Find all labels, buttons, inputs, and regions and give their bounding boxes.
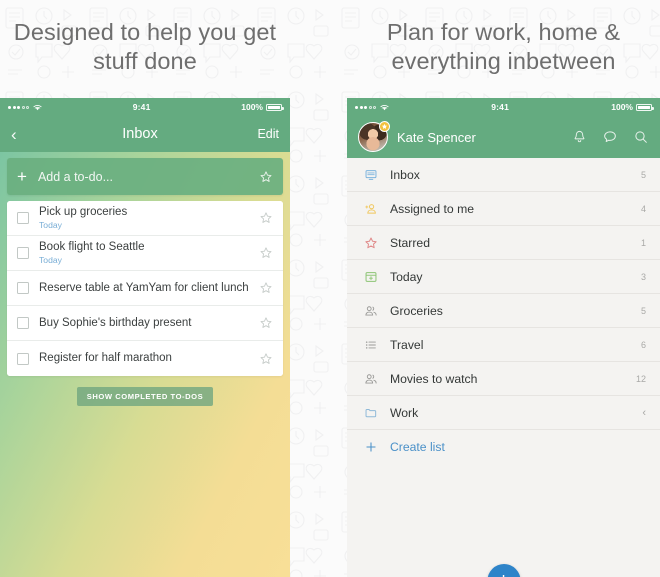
signal-dots-icon (8, 104, 42, 111)
sidebar-item-inbox[interactable]: Inbox 5 (347, 158, 660, 192)
sidebar-item-movies-to-watch[interactable]: Movies to watch 12 (347, 362, 660, 396)
star-outline-icon[interactable] (259, 246, 273, 260)
left-phone-mockup: 9:41 100% ‹ Inbox Edit + Add a to-do... (0, 98, 290, 577)
sidebar-item-work[interactable]: Work ‹ (347, 396, 660, 430)
left-headline: Designed to help you get stuff done (13, 19, 277, 74)
right-statusbar-battery-label: 100% (611, 102, 633, 112)
sidebar-item-assigned-to-me[interactable]: Assigned to me 4 (347, 192, 660, 226)
sidebar-item-count: 5 (640, 305, 646, 316)
checkbox-unchecked[interactable] (17, 212, 29, 224)
chevron-left-icon[interactable]: ‹ (11, 126, 35, 143)
battery-icon (266, 103, 284, 111)
left-showcase-panel: Designed to help you get stuff done 9:41… (0, 0, 290, 577)
todo-title: Reserve table at YamYam for client lunch (39, 281, 249, 294)
table-row[interactable]: Reserve table at YamYam for client lunch (7, 271, 283, 306)
todo-title: Pick up groceries (39, 205, 128, 218)
todo-title: Buy Sophie's birthday present (39, 316, 192, 329)
sidebar-item-label: Assigned to me (390, 201, 475, 216)
checkbox-unchecked[interactable] (17, 352, 29, 365)
sidebar-item-travel[interactable]: Travel 6 (347, 328, 660, 362)
sidebar-item-label: Work (390, 405, 419, 420)
add-todo-input[interactable]: Add a to-do... (38, 170, 259, 184)
sidebar-item-label: Travel (390, 337, 424, 352)
sidebar-item-label: Groceries (390, 303, 443, 318)
wifi-icon (380, 104, 389, 110)
left-navbar: ‹ Inbox Edit (0, 116, 290, 152)
user-name: Kate Spencer (397, 129, 476, 145)
right-statusbar: 9:41 100% (347, 98, 660, 116)
signal-dots-icon (355, 104, 389, 111)
assigned-icon (363, 201, 378, 216)
people-icon (363, 371, 378, 386)
lists-navigation: Inbox 5 Assigned to me 4 Starred 1 Today… (347, 158, 660, 464)
plus-icon: + (17, 167, 27, 186)
create-list-button[interactable]: Create list (347, 430, 660, 464)
sidebar-item-count: 4 (640, 203, 646, 214)
sidebar-item-today[interactable]: Today 3 (347, 260, 660, 294)
sidebar-item-count: 1 (640, 237, 646, 248)
add-todo-row[interactable]: + Add a to-do... (7, 158, 283, 195)
star-badge-icon (379, 121, 390, 132)
star-icon (363, 235, 378, 250)
bell-icon[interactable] (572, 129, 587, 145)
todo-title: Book flight to Seattle (39, 240, 145, 253)
create-list-label: Create list (390, 440, 445, 454)
sidebar-item-count: 3 (640, 271, 646, 282)
sidebar-item-label: Movies to watch (390, 371, 478, 386)
table-row[interactable]: Book flight to Seattle Today (7, 236, 283, 271)
star-outline-icon[interactable] (259, 170, 273, 184)
search-icon[interactable] (633, 129, 649, 145)
checkbox-unchecked[interactable] (17, 247, 29, 259)
checkbox-unchecked[interactable] (17, 282, 29, 294)
people-icon (363, 303, 378, 318)
sidebar-item-label: Today (390, 269, 423, 284)
chevron-right-icon: ‹ (642, 406, 646, 419)
left-statusbar: 9:41 100% (0, 98, 290, 116)
table-row[interactable]: Register for half marathon (7, 341, 283, 376)
right-statusbar-time: 9:41 (491, 102, 510, 112)
show-completed-todos-button[interactable]: SHOW COMPLETED TO-DOS (76, 387, 214, 406)
right-showcase-panel: Plan for work, home & everything inbetwe… (347, 0, 660, 577)
todo-due-date: Today (39, 254, 62, 265)
avatar[interactable] (358, 121, 390, 152)
left-statusbar-battery-label: 100% (241, 102, 263, 112)
battery-icon (636, 103, 654, 111)
wifi-icon (33, 104, 42, 110)
table-row[interactable]: Buy Sophie's birthday present (7, 306, 283, 341)
list-icon (363, 337, 378, 352)
inbox-icon (363, 167, 378, 182)
add-fab-button[interactable]: + (487, 564, 520, 577)
edit-button[interactable]: Edit (245, 127, 279, 141)
plus-icon (363, 440, 378, 455)
user-header-bar: Kate Spencer (347, 116, 660, 158)
star-outline-icon[interactable] (259, 352, 273, 366)
star-outline-icon[interactable] (259, 316, 273, 330)
star-outline-icon[interactable] (259, 281, 273, 295)
sidebar-item-label: Inbox (390, 167, 420, 182)
sidebar-item-groceries[interactable]: Groceries 5 (347, 294, 660, 328)
screenshot-root: Designed to help you get stuff done 9:41… (0, 0, 660, 577)
folder-icon (363, 405, 378, 420)
right-phone-mockup: 9:41 100% Kate Spencer Inbox 5 Assigned … (347, 98, 660, 577)
todo-due-date: Today (39, 219, 62, 230)
page-title: Inbox (122, 126, 158, 142)
left-statusbar-time: 9:41 (132, 102, 151, 112)
chat-bubble-icon[interactable] (602, 129, 618, 145)
todo-title: Register for half marathon (39, 352, 172, 364)
star-outline-icon[interactable] (259, 211, 273, 225)
sidebar-item-count: 12 (635, 373, 646, 384)
right-headline: Plan for work, home & everything inbetwe… (386, 19, 621, 74)
sidebar-item-label: Starred (390, 235, 430, 250)
checkbox-unchecked[interactable] (17, 317, 29, 329)
today-icon (363, 269, 378, 284)
plus-icon: + (498, 570, 509, 577)
sidebar-item-count: 6 (640, 339, 646, 350)
left-phone-body: + Add a to-do... Pick up groceries Today (0, 152, 290, 577)
right-phone-body: Inbox 5 Assigned to me 4 Starred 1 Today… (347, 158, 660, 577)
table-row[interactable]: Pick up groceries Today (7, 201, 283, 236)
sidebar-item-count: 5 (640, 169, 646, 180)
todo-list: Pick up groceries Today Book flight to S… (7, 201, 283, 376)
sidebar-item-starred[interactable]: Starred 1 (347, 226, 660, 260)
